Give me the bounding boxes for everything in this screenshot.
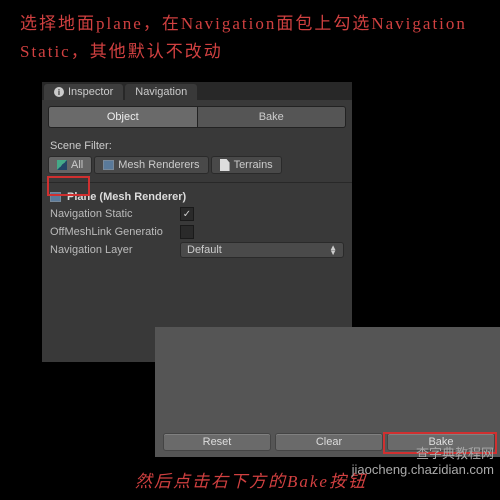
offmesh-label: OffMeshLink Generatio [50,226,180,238]
navlayer-label: Navigation Layer [50,244,180,256]
navlayer-value: Default [187,244,222,256]
offmesh-checkbox[interactable] [180,225,194,239]
navlayer-dropdown[interactable]: Default ▲▼ [180,242,344,258]
terrain-icon [220,159,230,171]
filter-all-button[interactable]: All [48,156,92,174]
filter-mesh-label: Mesh Renderers [118,159,199,171]
mesh-icon [103,160,114,170]
bottom-panel: Reset Clear Bake [155,327,500,457]
filter-terrain-button[interactable]: Terrains [211,156,282,174]
reset-button[interactable]: Reset [163,433,271,451]
filter-buttons: All Mesh Renderers Terrains [42,156,352,174]
filter-mesh-button[interactable]: Mesh Renderers [94,156,208,174]
nav-static-row: Navigation Static ✓ [42,205,352,223]
annotation-bottom: 然后点击右下方的Bake按钮 [135,467,367,492]
divider [42,182,352,183]
tab-navigation-label: Navigation [135,86,187,98]
tab-navigation[interactable]: Navigation [125,84,197,100]
object-header: Plane (Mesh Renderer) [42,189,352,205]
nav-static-label: Navigation Static [50,208,180,220]
cube-icon [57,160,67,170]
mode-bake-button[interactable]: Bake [198,106,347,128]
offmesh-row: OffMeshLink Generatio [42,223,352,241]
panel-tabs: i Inspector Navigation [42,82,352,100]
scene-filter-label: Scene Filter: [42,134,352,156]
annotation-top: 选择地面plane，在Navigation面包上勾选Navigation Sta… [20,10,500,66]
navigation-panel: i Inspector Navigation Object Bake Scene… [42,82,352,362]
watermark-url: jiaocheng.chazidian.com [352,462,494,478]
watermark-site: 查字典教程网 [352,446,494,462]
watermark: 查字典教程网 jiaocheng.chazidian.com [352,446,494,478]
mode-object-button[interactable]: Object [48,106,198,128]
navlayer-row: Navigation Layer Default ▲▼ [42,241,352,259]
mesh-renderer-icon [50,192,61,202]
filter-all-label: All [71,159,83,171]
object-header-label: Plane (Mesh Renderer) [67,191,186,203]
tab-inspector[interactable]: i Inspector [44,84,123,100]
mode-buttons: Object Bake [42,100,352,134]
filter-terrain-label: Terrains [234,159,273,171]
nav-static-checkbox[interactable]: ✓ [180,207,194,221]
info-icon: i [54,87,64,97]
tab-inspector-label: Inspector [68,86,113,98]
dropdown-arrows-icon: ▲▼ [329,245,337,255]
